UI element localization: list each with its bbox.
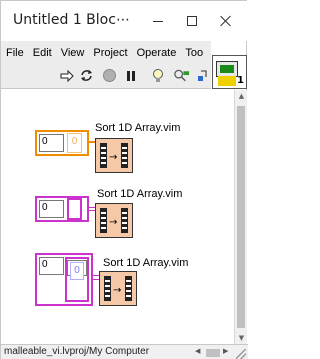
array-element-1[interactable]: 0 <box>67 133 82 153</box>
run-arrow-icon <box>60 69 74 82</box>
pause-icon <box>126 70 135 81</box>
sort-1d-array-icon[interactable]: → <box>99 271 137 306</box>
array-input-icon <box>104 276 111 301</box>
menu-view[interactable]: View <box>56 44 89 59</box>
run-continuously-button[interactable] <box>78 67 95 84</box>
retain-wire-values-button[interactable] <box>173 67 190 84</box>
scroll-left-icon[interactable]: ◀ <box>195 347 205 359</box>
menu-bar: File Edit View Project Operate Too <box>1 41 211 61</box>
array-input-icon <box>100 143 107 168</box>
toolbar <box>1 61 211 89</box>
array-output-icon <box>125 276 132 301</box>
menu-edit[interactable]: Edit <box>28 44 56 59</box>
arrow-icon: → <box>109 217 118 228</box>
vim-label-1: Sort 1D Array.vim <box>95 122 181 134</box>
abort-button[interactable] <box>101 67 118 84</box>
run-button[interactable] <box>58 67 75 84</box>
array-index-3[interactable]: 0 <box>39 257 64 275</box>
menu-operate[interactable]: Operate <box>132 44 181 59</box>
array-input-icon <box>100 208 107 233</box>
run-continuously-icon <box>81 70 92 81</box>
block-diagram-canvas[interactable]: 0 0 Sort 1D Array.vim → 0 Sort 1D Array.… <box>1 90 234 344</box>
vi-badge-icon <box>218 76 236 86</box>
array-index-2[interactable]: 0 <box>39 200 64 218</box>
highlight-execution-button[interactable] <box>149 67 166 84</box>
abort-icon <box>103 69 116 82</box>
vi-screen-icon <box>216 61 238 77</box>
step-into-icon <box>197 69 207 81</box>
highlight-execution-icon <box>152 68 163 82</box>
close-icon <box>220 15 232 27</box>
project-path: malleable_vi.lvproj/My Computer <box>4 346 150 357</box>
array-element-3[interactable]: 0 <box>70 262 84 280</box>
array-output-icon <box>121 208 128 233</box>
retain-wire-values-icon <box>174 69 190 81</box>
array-output-icon <box>121 143 128 168</box>
vertical-scrollbar[interactable]: ▲ ▼ <box>234 90 247 344</box>
pause-button[interactable] <box>122 67 139 84</box>
menu-project[interactable]: Project <box>88 44 131 59</box>
arrow-icon: → <box>113 285 122 296</box>
sort-1d-array-icon[interactable]: → <box>95 203 133 238</box>
sort-1d-array-icon[interactable]: → <box>95 138 133 173</box>
maximize-button[interactable] <box>175 1 209 41</box>
vim-label-2: Sort 1D Array.vim <box>97 188 183 200</box>
arrow-icon: → <box>109 152 118 163</box>
vi-connector-icon[interactable]: 1 <box>212 55 247 89</box>
scroll-down-icon[interactable]: ▼ <box>235 332 248 344</box>
scroll-right-icon[interactable]: ▶ <box>223 347 233 359</box>
minimize-icon <box>153 20 163 22</box>
resize-grip-icon[interactable] <box>236 349 246 359</box>
step-into-button[interactable] <box>195 67 212 84</box>
window-title: Untitled 1 Bloc⋯ <box>13 12 130 28</box>
vim-label-3: Sort 1D Array.vim <box>103 257 189 269</box>
close-button[interactable] <box>209 1 243 41</box>
maximize-icon <box>187 16 197 26</box>
status-bar: malleable_vi.lvproj/My Computer ◀ ▶ <box>1 344 248 359</box>
minimize-button[interactable] <box>141 1 175 41</box>
horizontal-scroll-thumb[interactable] <box>206 349 220 357</box>
array-element-2[interactable] <box>67 198 82 220</box>
title-bar[interactable]: Untitled 1 Bloc⋯ <box>1 1 248 41</box>
labview-block-diagram-window: Untitled 1 Bloc⋯ File Edit View Project Oper… <box>0 0 248 359</box>
array-index-1[interactable]: 0 <box>39 134 64 152</box>
menu-file[interactable]: File <box>1 44 28 59</box>
vi-icon-number: 1 <box>237 75 244 86</box>
menu-tools[interactable]: Too <box>180 44 207 59</box>
vertical-scroll-thumb[interactable] <box>237 106 245 328</box>
scroll-up-icon[interactable]: ▲ <box>235 90 248 102</box>
